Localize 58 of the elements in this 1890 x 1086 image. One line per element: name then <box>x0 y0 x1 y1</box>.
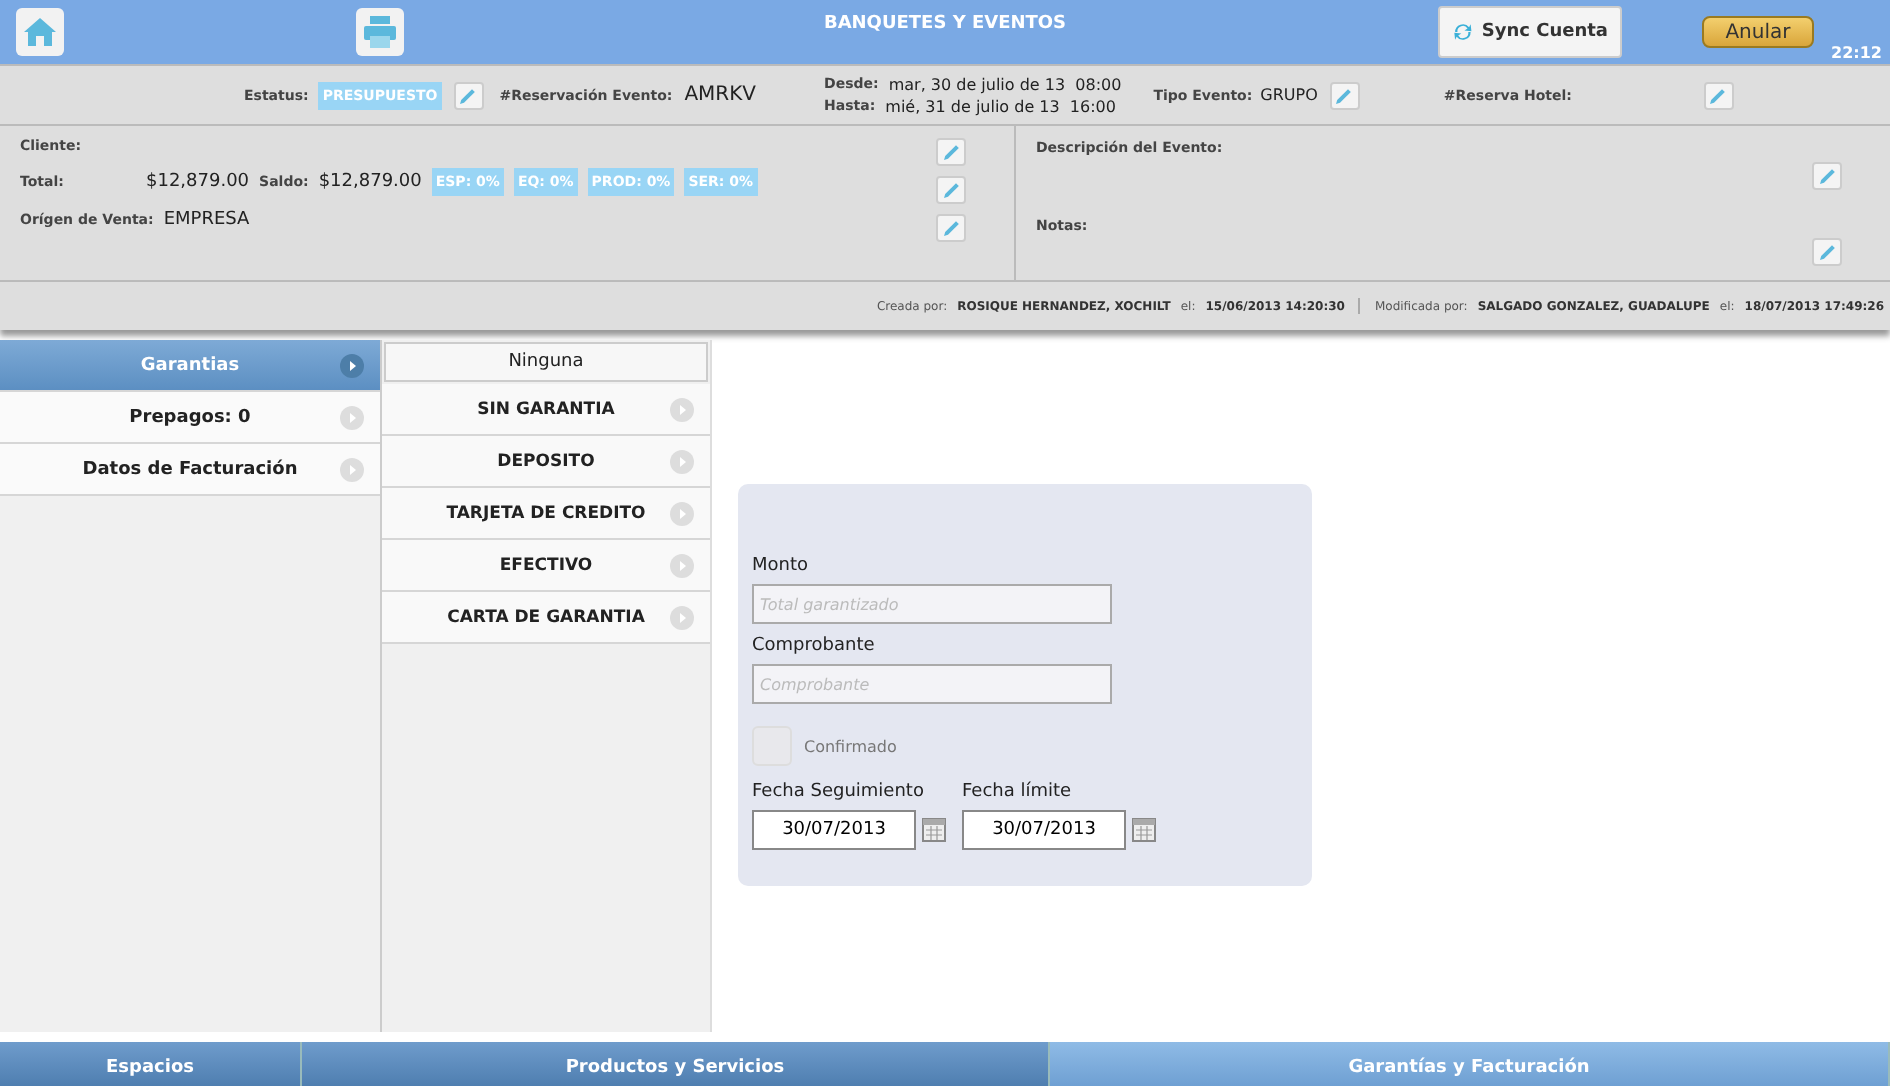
calendar-icon[interactable] <box>1132 818 1156 842</box>
edit-button[interactable] <box>453 81 484 109</box>
bottom-tab[interactable]: Productos y Servicios <box>302 1042 1050 1086</box>
chevron-icon <box>340 354 364 378</box>
calendar-icon[interactable] <box>922 818 946 842</box>
voucher-field[interactable]: Comprobante <box>752 664 1112 704</box>
edit-button[interactable] <box>1812 238 1842 266</box>
edit-button[interactable] <box>936 176 966 204</box>
pencil-icon <box>1817 166 1837 186</box>
guarantee-option[interactable]: TARJETA DE CREDITO <box>382 488 710 540</box>
from-date: mar, 30 de julio de 13 08:00 <box>888 75 1122 93</box>
deadline-date-label: Fecha límite <box>962 782 1074 802</box>
balance-amount: $12,879.00 <box>318 172 422 192</box>
guarantee-option[interactable]: CARTA DE GARANTIA <box>382 592 710 644</box>
sync-icon <box>1452 18 1474 46</box>
total-amount: $12,879.00 <box>146 172 250 192</box>
cancel-button[interactable]: Anular <box>1702 16 1814 48</box>
reservation-code: AMRKV <box>684 84 757 106</box>
chevron-icon <box>340 458 364 482</box>
event-type: GRUPO <box>1260 86 1318 104</box>
guarantee-option[interactable]: EFECTIVO <box>382 540 710 592</box>
followup-date-label: Fecha Seguimiento <box>752 782 926 802</box>
pencil-icon <box>1817 242 1837 262</box>
chevron-icon <box>670 450 694 474</box>
edit-button[interactable] <box>1812 162 1842 190</box>
bottom-tab[interactable]: Espacios <box>0 1042 302 1086</box>
to-date: mié, 31 de julio de 13 16:00 <box>885 97 1116 115</box>
pencil-icon <box>1334 85 1355 105</box>
sync-button[interactable]: Sync Cuenta <box>1438 6 1622 58</box>
sidebar-item[interactable]: Datos de Facturación <box>0 444 380 496</box>
pencil-icon <box>1708 85 1729 105</box>
amount-field[interactable]: Total garantizado <box>752 584 1112 624</box>
chevron-icon <box>340 406 364 430</box>
printer-icon <box>362 16 398 48</box>
guarantee-option[interactable]: DEPOSITO <box>382 436 710 488</box>
guarantee-option[interactable]: SIN GARANTIA <box>382 384 710 436</box>
sidebar-item[interactable]: Prepagos: 0 <box>0 392 380 444</box>
chevron-icon <box>670 502 694 526</box>
edit-button[interactable] <box>1329 81 1360 109</box>
chevron-icon <box>670 554 694 578</box>
sale-origin: EMPRESA <box>163 210 250 230</box>
amount-label: Monto <box>752 556 811 576</box>
selected-guarantee-header: Ninguna <box>384 342 708 382</box>
home-icon <box>22 16 58 48</box>
clock-time: 22:12 <box>1831 44 1882 62</box>
pencil-icon <box>458 85 479 105</box>
home-button[interactable] <box>16 8 64 56</box>
confirmed-label: Confirmado <box>804 737 897 755</box>
voucher-label: Comprobante <box>752 636 877 656</box>
window-title: BANQUETES Y EVENTOS <box>823 14 1067 34</box>
edit-button[interactable] <box>936 214 966 242</box>
chevron-icon <box>670 606 694 630</box>
deadline-date-field[interactable]: 30/07/2013 <box>962 810 1126 850</box>
edit-button[interactable] <box>936 138 966 166</box>
edit-button[interactable] <box>1703 81 1734 109</box>
followup-date-field[interactable]: 30/07/2013 <box>752 810 916 850</box>
print-button[interactable] <box>356 8 404 56</box>
chevron-icon <box>670 398 694 422</box>
